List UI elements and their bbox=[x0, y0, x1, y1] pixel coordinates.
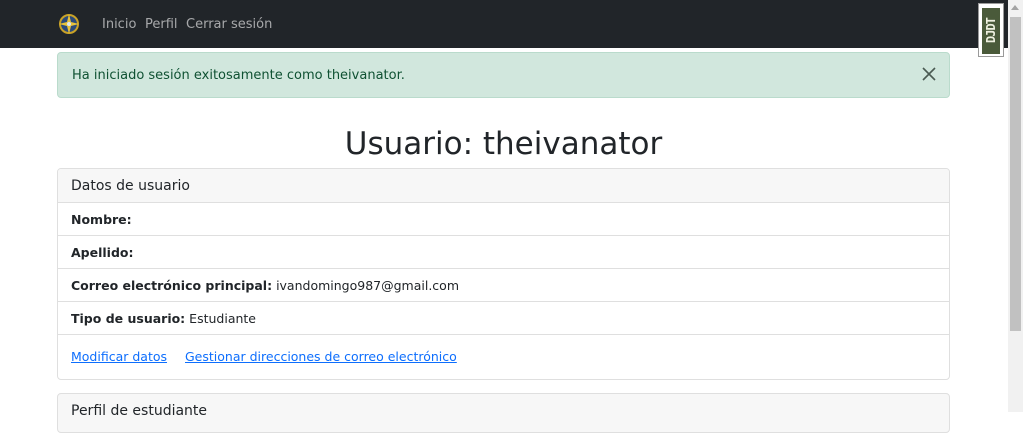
field-user-type: Tipo de usuario: Estudiante bbox=[58, 302, 949, 335]
debug-toolbar-label: DJDT bbox=[982, 8, 1000, 54]
close-icon[interactable] bbox=[921, 66, 937, 82]
nav-link-cerrar-sesion[interactable]: Cerrar sesión bbox=[186, 16, 272, 34]
card-header: Perfil de estudiante bbox=[71, 403, 208, 419]
scrollbar-thumb[interactable] bbox=[1010, 17, 1021, 331]
card-header: Datos de usuario bbox=[58, 169, 949, 203]
scroll-up-arrow-icon[interactable] bbox=[1011, 5, 1019, 10]
manage-emails-link[interactable]: Gestionar direcciones de correo electrón… bbox=[185, 349, 457, 364]
user-data-card: Datos de usuario Nombre: Apellido: Corre… bbox=[57, 168, 950, 380]
field-label: Tipo de usuario: bbox=[71, 311, 186, 326]
field-apellido: Apellido: bbox=[58, 236, 949, 269]
field-nombre: Nombre: bbox=[58, 203, 949, 236]
alert-message: Ha iniciado sesión exitosamente como the… bbox=[72, 68, 405, 83]
debug-toolbar-handle[interactable]: DJDT bbox=[978, 3, 1004, 57]
field-label: Apellido: bbox=[71, 245, 134, 260]
top-navbar: Inicio Perfil Cerrar sesión bbox=[0, 0, 1008, 48]
field-email: Correo electrónico principal: ivandoming… bbox=[58, 269, 949, 302]
field-value: ivandomingo987@gmail.com bbox=[276, 278, 459, 293]
page-title: Usuario: theivanator bbox=[344, 126, 663, 162]
student-profile-card: Perfil de estudiante bbox=[57, 393, 950, 433]
compass-logo-icon[interactable] bbox=[58, 13, 80, 35]
field-label: Correo electrónico principal: bbox=[71, 278, 273, 293]
field-label: Nombre: bbox=[71, 212, 132, 227]
field-value: Estudiante bbox=[189, 311, 256, 326]
edit-data-link[interactable]: Modificar datos bbox=[71, 349, 167, 364]
card-links: Modificar datos Gestionar direcciones de… bbox=[58, 335, 949, 364]
nav-link-inicio[interactable]: Inicio bbox=[102, 16, 136, 34]
success-alert: Ha iniciado sesión exitosamente como the… bbox=[57, 52, 950, 98]
nav-link-perfil[interactable]: Perfil bbox=[145, 16, 178, 34]
